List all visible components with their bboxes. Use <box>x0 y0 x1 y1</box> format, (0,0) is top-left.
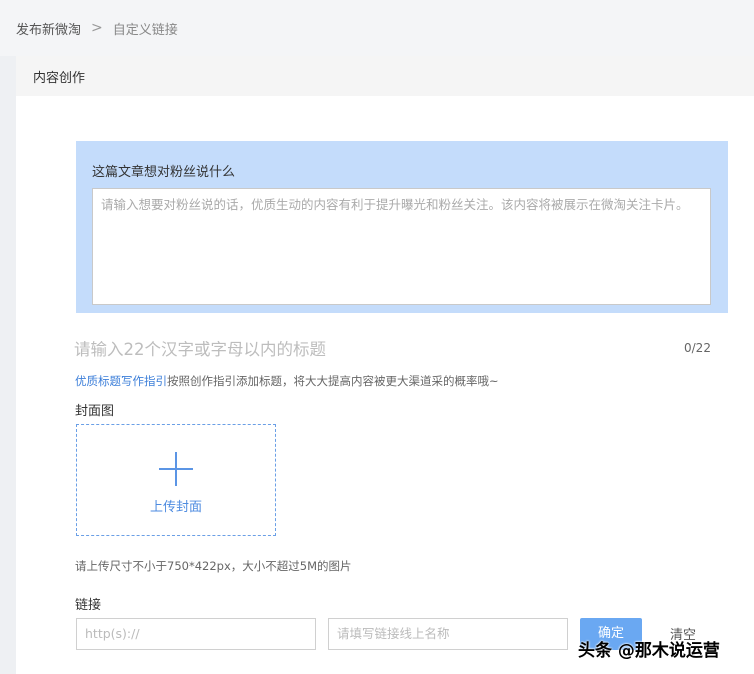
upload-cover-button[interactable]: 上传封面 <box>76 424 276 536</box>
breadcrumb-separator-icon: > <box>91 20 103 36</box>
panel-header: 内容创作 <box>16 56 754 96</box>
breadcrumb-current: 自定义链接 <box>112 22 178 38</box>
title-input[interactable]: 请输入22个汉字或字母以内的标题 <box>74 336 594 360</box>
title-guide: 优质标题写作指引按照创作指引添加标题，将大大提高内容被更大渠道采的概率哦~ <box>75 373 499 389</box>
content-panel: 内容创作 这篇文章想对粉丝说什么 请输入想要对粉丝说的话，优质生动的内容有利于提… <box>16 56 754 674</box>
link-name-input[interactable]: 请填写链接线上名称 <box>328 618 568 650</box>
message-label: 这篇文章想对粉丝说什么 <box>92 165 236 180</box>
title-counter: 0/22 <box>684 341 711 355</box>
breadcrumb-parent[interactable]: 发布新微淘 <box>16 19 81 38</box>
panel-title: 内容创作 <box>33 70 86 86</box>
title-guide-link[interactable]: 优质标题写作指引 <box>75 374 167 388</box>
title-guide-text: 按照创作指引添加标题，将大大提高内容被更大渠道采的概率哦~ <box>167 374 499 388</box>
cover-label: 封面图 <box>75 404 115 419</box>
page: 发布新微淘 > 自定义链接 内容创作 这篇文章想对粉丝说什么 请输入想要对粉丝说… <box>0 0 754 674</box>
link-url-input[interactable]: http(s):// <box>76 618 316 650</box>
message-section: 这篇文章想对粉丝说什么 请输入想要对粉丝说的话，优质生动的内容有利于提升曝光和粉… <box>76 141 728 313</box>
link-label: 链接 <box>75 598 102 613</box>
watermark: 头条 @那木说运营 <box>578 641 720 661</box>
cover-size-hint: 请上传尺寸不小于750*422px，大小不超过5M的图片 <box>75 559 352 573</box>
plus-icon <box>159 452 193 486</box>
breadcrumb: 发布新微淘 > 自定义链接 <box>0 0 754 56</box>
upload-cover-label: 上传封面 <box>149 500 202 515</box>
message-textarea[interactable]: 请输入想要对粉丝说的话，优质生动的内容有利于提升曝光和粉丝关注。该内容将被展示在… <box>92 188 711 305</box>
